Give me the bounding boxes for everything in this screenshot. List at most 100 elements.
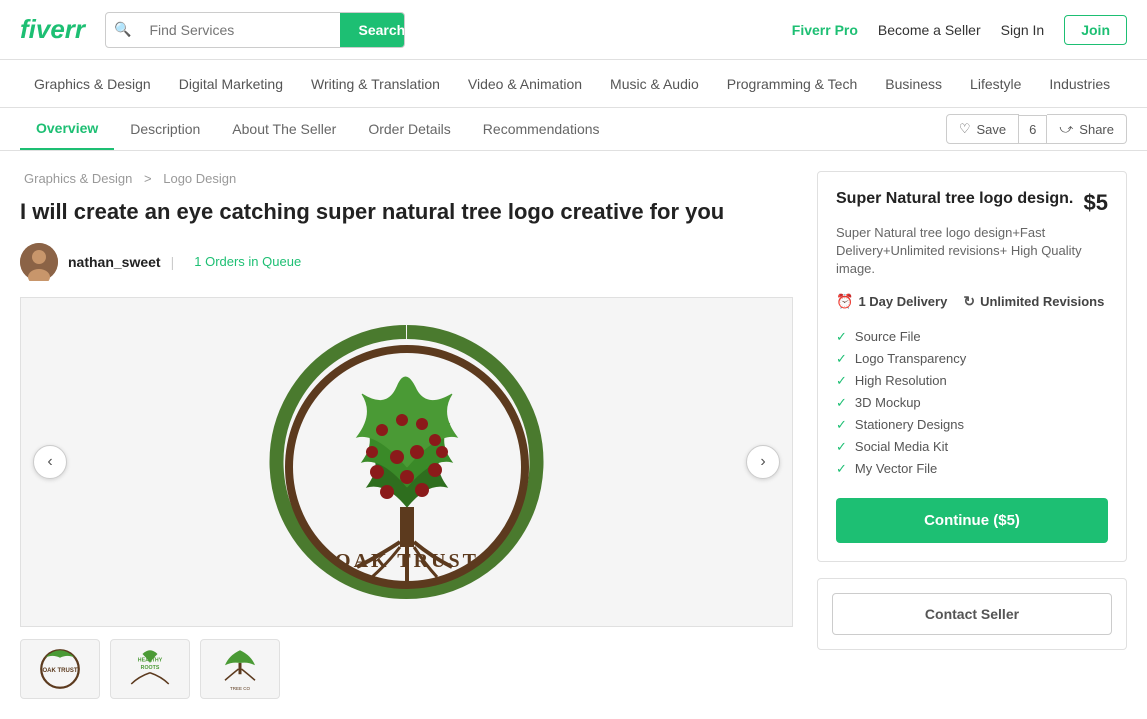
save-count: 6 [1019,115,1047,144]
package-name: Super Natural tree logo design. [836,190,1073,208]
search-icon: 🔍 [106,21,139,38]
revisions-meta: ↻ Unlimited Revisions [963,293,1104,310]
become-seller-link[interactable]: Become a Seller [878,22,981,38]
feature-label: Logo Transparency [855,351,966,366]
nav-video-animation[interactable]: Video & Animation [454,60,596,108]
thumbnail-3[interactable]: TREE CO [200,639,280,699]
seller-info: nathan_sweet | 1 Orders in Queue [20,243,793,281]
feature-label: 3D Mockup [855,395,921,410]
main-container: Graphics & Design > Logo Design I will c… [0,151,1147,719]
package-meta: ⏰ 1 Day Delivery ↻ Unlimited Revisions [836,293,1108,310]
save-label: Save [977,122,1007,137]
svg-text:OAK TRUST: OAK TRUST [43,668,78,674]
feature-stationery: ✓ Stationery Designs [836,414,1108,436]
check-icon: ✓ [836,351,847,367]
clock-icon: ⏰ [836,293,853,310]
continue-button[interactable]: Continue ($5) [836,498,1108,543]
nav-bar: Graphics & Design Digital Marketing Writ… [0,60,1147,108]
feature-social-media-kit: ✓ Social Media Kit [836,436,1108,458]
refresh-icon: ↻ [963,293,975,310]
tabs-actions: ♡ Save 6 ⤻ Share [946,114,1127,144]
main-image: OAK TRUST [247,312,567,612]
thumbnail-2[interactable]: HEALTHY ROOTS [110,639,190,699]
feature-label: High Resolution [855,373,947,388]
image-carousel: ‹ [20,297,793,627]
tab-order-details[interactable]: Order Details [352,109,466,149]
nav-business[interactable]: Business [871,60,956,108]
nav-programming-tech[interactable]: Programming & Tech [713,60,871,108]
seller-name[interactable]: nathan_sweet [68,254,161,270]
sign-in-link[interactable]: Sign In [1001,22,1045,38]
feature-source-file: ✓ Source File [836,326,1108,348]
nav-graphics-design[interactable]: Graphics & Design [20,60,165,108]
save-button[interactable]: ♡ Save [946,114,1019,144]
tree-logo-svg: OAK TRUST [257,312,557,612]
contact-card: Contact Seller [817,578,1127,650]
share-label: Share [1079,122,1114,137]
gig-title: I will create an eye catching super natu… [20,198,793,227]
check-icon: ✓ [836,395,847,411]
check-icon: ✓ [836,461,847,477]
thumbnails: OAK TRUST HEALTHY ROOTS TREE CO [20,639,793,699]
check-icon: ✓ [836,417,847,433]
avatar-svg [20,243,58,281]
carousel-next[interactable]: › [746,445,780,479]
join-button[interactable]: Join [1064,15,1127,45]
tab-about-seller[interactable]: About The Seller [216,109,352,149]
delivery-meta: ⏰ 1 Day Delivery [836,293,947,310]
thumbnail-1[interactable]: OAK TRUST [20,639,100,699]
tab-recommendations[interactable]: Recommendations [467,109,616,149]
feature-label: Social Media Kit [855,439,948,454]
feature-label: Stationery Designs [855,417,964,432]
nav-writing-translation[interactable]: Writing & Translation [297,60,454,108]
package-price: $5 [1084,190,1108,216]
search-bar: 🔍 Search [105,12,405,48]
logo[interactable]: fiverr [20,14,85,45]
thumb-1-svg: OAK TRUST [30,644,90,694]
breadcrumb-child[interactable]: Logo Design [163,171,236,186]
share-button[interactable]: ⤻ Share [1047,114,1127,144]
nav-industries[interactable]: Industries [1035,60,1124,108]
package-header: Super Natural tree logo design. $5 [836,190,1108,216]
feature-logo-transparency: ✓ Logo Transparency [836,348,1108,370]
nav-digital-marketing[interactable]: Digital Marketing [165,60,297,108]
package-description: Super Natural tree logo design+Fast Deli… [836,224,1108,279]
carousel-prev[interactable]: ‹ [33,445,67,479]
delivery-label: 1 Day Delivery [858,294,947,309]
left-panel: Graphics & Design > Logo Design I will c… [20,171,793,699]
nav-music-audio[interactable]: Music & Audio [596,60,713,108]
svg-text:OAK TRUST: OAK TRUST [335,550,479,572]
tab-overview[interactable]: Overview [20,108,114,150]
features-list: ✓ Source File ✓ Logo Transparency ✓ High… [836,326,1108,480]
breadcrumb: Graphics & Design > Logo Design [20,171,793,186]
nav-lifestyle[interactable]: Lifestyle [956,60,1035,108]
avatar[interactable] [20,243,58,281]
svg-text:ROOTS: ROOTS [141,665,160,671]
thumb-3-svg: TREE CO [210,644,270,694]
feature-3d-mockup: ✓ 3D Mockup [836,392,1108,414]
feature-label: My Vector File [855,461,937,476]
contact-seller-button[interactable]: Contact Seller [832,593,1112,635]
feature-high-resolution: ✓ High Resolution [836,370,1108,392]
tab-description[interactable]: Description [114,109,216,149]
revisions-label: Unlimited Revisions [980,294,1104,309]
check-icon: ✓ [836,329,847,345]
header: fiverr 🔍 Search Fiverr Pro Become a Sell… [0,0,1147,60]
package-card: Super Natural tree logo design. $5 Super… [817,171,1127,562]
search-button[interactable]: Search [340,12,405,48]
breadcrumb-parent[interactable]: Graphics & Design [24,171,132,186]
feature-vector-file: ✓ My Vector File [836,458,1108,480]
share-icon: ⤻ [1059,121,1073,137]
svg-text:TREE CO: TREE CO [230,686,251,691]
tabs-bar: Overview Description About The Seller Or… [0,108,1147,151]
orders-in-queue[interactable]: 1 Orders in Queue [194,254,301,269]
check-icon: ✓ [836,439,847,455]
header-right: Fiverr Pro Become a Seller Sign In Join [792,15,1127,45]
breadcrumb-separator: > [144,171,155,186]
search-input[interactable] [139,22,340,38]
thumb-2-svg: HEALTHY ROOTS [120,644,180,694]
feature-label: Source File [855,329,921,344]
check-icon: ✓ [836,373,847,389]
fiverr-pro-link[interactable]: Fiverr Pro [792,22,858,38]
right-panel: Super Natural tree logo design. $5 Super… [817,171,1127,699]
